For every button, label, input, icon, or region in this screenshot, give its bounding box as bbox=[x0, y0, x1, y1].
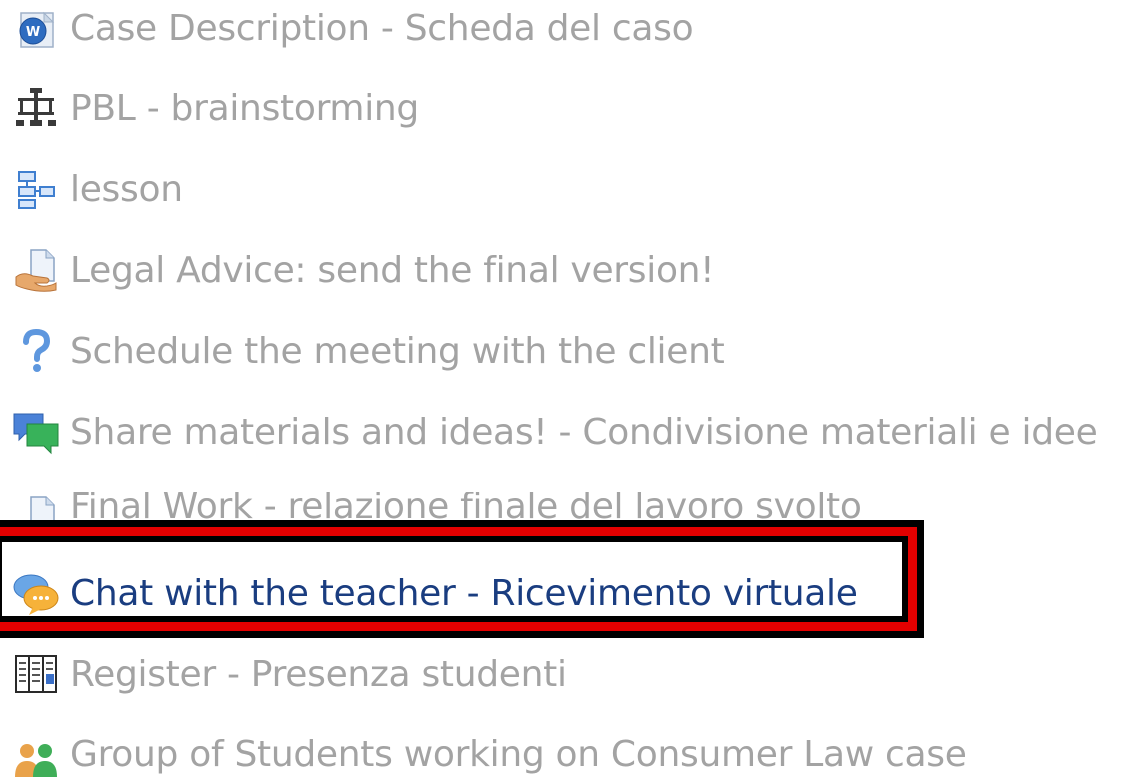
activity-schedule-meeting[interactable]: Schedule the meeting with the client bbox=[8, 323, 725, 379]
activity-label: lesson bbox=[70, 168, 183, 210]
activity-label: Final Work - relazione finale del lavoro… bbox=[70, 492, 862, 522]
activity-case-description[interactable]: W Case Description - Scheda del caso bbox=[8, 0, 694, 56]
register-icon bbox=[8, 646, 64, 702]
chat-icon bbox=[8, 565, 64, 621]
activity-label: Schedule the meeting with the client bbox=[70, 330, 725, 372]
activity-label: Case Description - Scheda del caso bbox=[70, 7, 694, 49]
activity-register[interactable]: Register - Presenza studenti bbox=[8, 646, 567, 702]
activity-label: Legal Advice: send the final version! bbox=[70, 249, 715, 291]
activity-label: Chat with the teacher - Ricevimento virt… bbox=[70, 572, 858, 614]
assignment-upload-icon bbox=[8, 492, 64, 522]
activity-label: Group of Students working on Consumer La… bbox=[70, 733, 967, 775]
activity-chat-with-teacher[interactable]: Chat with the teacher - Ricevimento virt… bbox=[8, 565, 858, 621]
activity-share-materials[interactable]: Share materials and ideas! - Condivision… bbox=[8, 404, 1098, 460]
word-document-icon: W bbox=[8, 0, 64, 56]
svg-text:W: W bbox=[26, 25, 40, 40]
activity-label: Register - Presenza studenti bbox=[70, 653, 567, 695]
assignment-upload-icon bbox=[8, 242, 64, 298]
activity-pbl-brainstorming[interactable]: PBL - brainstorming bbox=[8, 80, 419, 136]
course-activity-list: W Case Description - Scheda del caso PBL… bbox=[0, 0, 1124, 782]
activity-label: PBL - brainstorming bbox=[70, 87, 419, 129]
question-mark-icon bbox=[8, 323, 64, 379]
activity-lesson[interactable]: lesson bbox=[8, 161, 183, 217]
activity-group-of-students[interactable]: Group of Students working on Consumer La… bbox=[8, 726, 967, 782]
activity-final-work[interactable]: Final Work - relazione finale del lavoro… bbox=[8, 492, 862, 522]
group-icon bbox=[8, 726, 64, 782]
activity-legal-advice[interactable]: Legal Advice: send the final version! bbox=[8, 242, 715, 298]
lesson-icon bbox=[8, 161, 64, 217]
activity-label: Share materials and ideas! - Condivision… bbox=[70, 411, 1098, 453]
forum-icon bbox=[8, 404, 64, 460]
brainstorm-icon bbox=[8, 80, 64, 136]
